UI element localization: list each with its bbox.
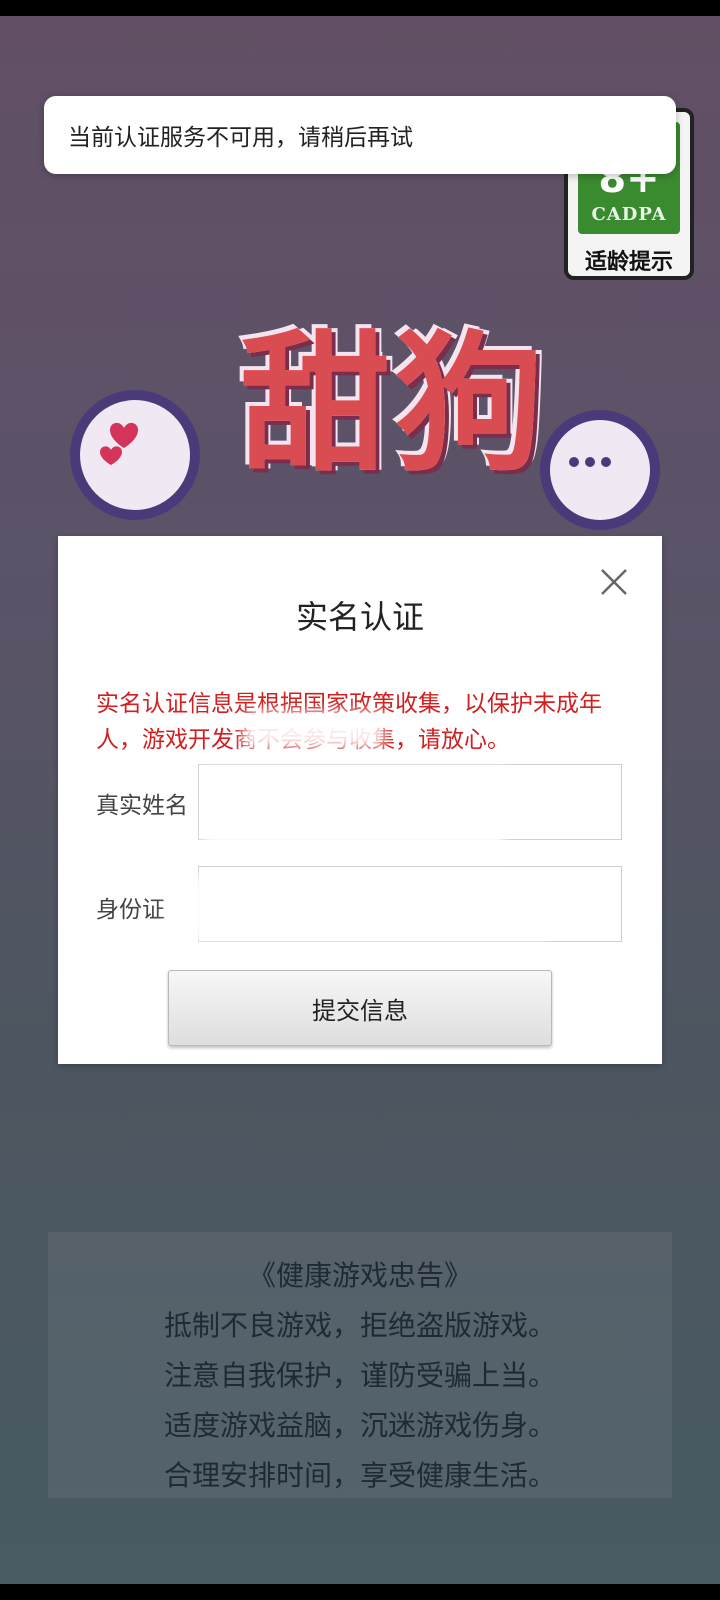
redaction-mask: [204, 766, 504, 856]
navigation-bar: [0, 1584, 720, 1600]
chat-bubble-icon: [540, 410, 660, 530]
age-rating-org: CADPA: [591, 204, 667, 225]
screen: 甜狗 8+ CADPA 适龄提示 当前认证服务不可用，请稍后再试 实名认证 实名…: [0, 0, 720, 1600]
redaction-mask: [244, 712, 384, 748]
advisory-line: 注意自我保护，谨防受骗上当。: [163, 1359, 556, 1392]
dialog-title: 实名认证: [295, 598, 424, 636]
game-logo-text: 甜狗: [240, 318, 549, 492]
health-advisory: 《健康游戏忠告》 抵制不良游戏，拒绝盗版游戏。 注意自我保护，谨防受骗上当。 适…: [48, 1232, 672, 1498]
id-field-label: 身份证: [96, 897, 165, 923]
heart-bubble-icon: [70, 390, 200, 520]
name-field-label: 真实姓名: [96, 793, 188, 819]
advisory-line: 合理安排时间，享受健康生活。: [163, 1459, 556, 1492]
real-name-auth-dialog: 实名认证 实名认证信息是根据国家政策收集，以保护未成年人，游戏开发商不会参与收集…: [58, 536, 662, 1064]
toast-message: 当前认证服务不可用，请稍后再试: [44, 96, 676, 174]
game-logo: 甜狗: [70, 318, 660, 540]
advisory-line: 适度游戏益脑，沉迷游戏伤身。: [163, 1409, 556, 1442]
redaction-mask: [168, 876, 548, 940]
age-rating-label: 适龄提示: [584, 250, 673, 275]
advisory-title: 《健康游戏忠告》: [247, 1259, 472, 1292]
submit-button[interactable]: 提交信息: [168, 970, 552, 1046]
advisory-line: 抵制不良游戏，拒绝盗版游戏。: [163, 1309, 556, 1342]
status-bar: [0, 0, 720, 16]
